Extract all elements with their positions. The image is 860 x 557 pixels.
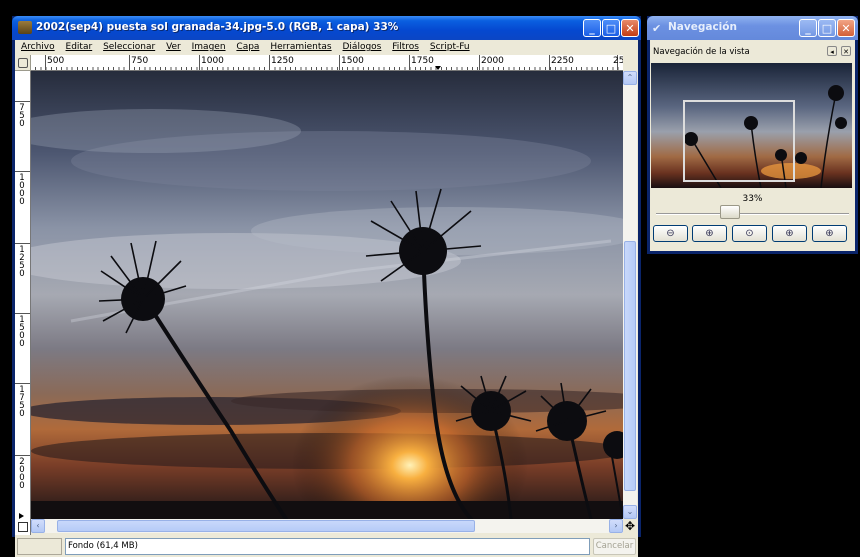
minimize-button[interactable]: _ — [799, 19, 817, 37]
vruler-label: 1000 — [17, 173, 27, 207]
pointer-marker — [435, 66, 441, 70]
scroll-up-arrow-icon[interactable]: ⌃ — [623, 71, 637, 85]
hruler-label: 750 — [131, 56, 149, 66]
vruler-text: 1250 — [17, 245, 27, 277]
checkmark-icon: ✔ — [652, 22, 662, 35]
menu-capa[interactable]: Capa — [236, 40, 259, 55]
hruler-label: 2000 — [481, 56, 504, 66]
zoom-fit-icon: ⊕ — [785, 228, 794, 239]
navigation-titlebar[interactable]: ✔ Navegación _ □ ✕ — [647, 16, 858, 40]
zoom-out-button[interactable]: ⊖ — [653, 225, 688, 242]
cancel-button[interactable]: Cancelar — [593, 538, 636, 555]
scroll-down-arrow-icon[interactable]: ⌄ — [623, 505, 637, 519]
vruler-label: 1500 — [17, 315, 27, 349]
hruler-label: 1500 — [341, 56, 364, 66]
zoom-in-button[interactable]: ⊕ — [692, 225, 727, 242]
panel-menu-icon[interactable]: ◂ — [827, 46, 837, 56]
vruler-text: 750 — [17, 103, 27, 127]
shrink-icon: ⊕ — [825, 228, 834, 239]
scroll-right-arrow-icon[interactable]: › — [609, 519, 623, 533]
hruler-label: 2250 — [551, 56, 574, 66]
vruler-label: 2000 — [17, 457, 27, 491]
vruler-label: 750 — [17, 103, 27, 129]
vruler-text: 1000 — [17, 173, 27, 205]
status-message: Fondo (61,4 MB) — [65, 538, 590, 555]
window-title: 2002(sep4) puesta sol granada-34.jpg-5.0… — [36, 21, 399, 33]
zoom-in-icon: ⊕ — [705, 228, 714, 239]
horizontal-scroll-thumb[interactable] — [57, 520, 475, 532]
zoom-out-icon: ⊖ — [666, 228, 675, 239]
panel-controls: ◂ ✕ — [823, 46, 851, 57]
navigation-preview[interactable] — [651, 63, 852, 188]
menu-archivo[interactable]: Archivo — [21, 40, 55, 55]
menu-script-fu[interactable]: Script-Fu — [430, 40, 470, 55]
hruler-label: 500 — [47, 56, 65, 66]
vertical-ruler[interactable]: 750 1000 1250 1500 1750 2000 — [15, 71, 31, 535]
zoom-percentage: 33% — [742, 194, 763, 204]
vertical-scrollbar[interactable]: ⌃ ⌄ — [623, 71, 637, 519]
canvas-area: 500 750 1000 1250 1500 1750 2000 2250 25… — [15, 55, 638, 557]
zoom-1-1-button[interactable]: ⊙ — [732, 225, 767, 242]
hruler-label: 1000 — [201, 56, 224, 66]
zoom-fit-icon: ⊙ — [745, 228, 754, 239]
maximize-button[interactable]: □ — [602, 19, 620, 37]
vruler-text: 1750 — [17, 385, 27, 417]
navigation-title: Navegación — [668, 21, 737, 33]
menu-ver[interactable]: Ver — [166, 40, 181, 55]
horizontal-ruler[interactable]: 500 750 1000 1250 1500 1750 2000 2250 25 — [31, 55, 623, 71]
gimp-icon — [18, 21, 32, 34]
vertical-scroll-thumb[interactable] — [624, 241, 636, 491]
navigation-panel: Navegación de la vista ◂ ✕ 33% ⊖ ⊕ ⊙ ⊕ ⊕ — [650, 40, 855, 251]
navigation-subtitle: Navegación de la vista — [653, 47, 750, 57]
horizontal-scrollbar[interactable]: ‹ › — [31, 519, 623, 533]
zoom-slider-track[interactable] — [656, 213, 849, 215]
close-button[interactable]: ✕ — [837, 19, 855, 37]
hruler-label: 1750 — [411, 56, 434, 66]
menu-imagen[interactable]: Imagen — [192, 40, 226, 55]
status-bar: Fondo (61,4 MB) Cancelar — [15, 535, 638, 557]
hruler-label: 1250 — [271, 56, 294, 66]
image-window: 2002(sep4) puesta sol granada-34.jpg-5.0… — [12, 16, 641, 557]
viewport-rectangle[interactable] — [683, 100, 795, 182]
maximize-button[interactable]: □ — [818, 19, 836, 37]
panel-close-icon[interactable]: ✕ — [841, 46, 851, 56]
move-icon[interactable]: ✥ — [623, 519, 637, 533]
minimize-button[interactable]: _ — [583, 19, 601, 37]
menu-filtros[interactable]: Filtros — [392, 40, 419, 55]
zoom-buttons: ⊖ ⊕ ⊙ ⊕ ⊕ — [653, 225, 852, 243]
vruler-text: 1500 — [17, 315, 27, 347]
menu-herramientas[interactable]: Herramientas — [270, 40, 331, 55]
quick-mask-toggle[interactable] — [15, 55, 31, 71]
zoom-fit-button[interactable]: ⊕ — [772, 225, 807, 242]
image-window-titlebar[interactable]: 2002(sep4) puesta sol granada-34.jpg-5.0… — [12, 16, 641, 40]
hruler-label: 25 — [613, 56, 623, 66]
vruler-text: 2000 — [17, 457, 27, 489]
shrink-wrap-button[interactable]: ⊕ — [812, 225, 847, 242]
unit-selector[interactable] — [17, 538, 62, 555]
scroll-left-arrow-icon[interactable]: ‹ — [31, 519, 45, 533]
vruler-label: 1250 — [17, 245, 27, 279]
close-button[interactable]: ✕ — [621, 19, 639, 37]
menu-dialogos[interactable]: Diálogos — [343, 40, 382, 55]
image-canvas[interactable] — [31, 71, 623, 519]
sunset-photo — [31, 71, 623, 519]
menu-seleccionar[interactable]: Seleccionar — [103, 40, 155, 55]
vruler-label: 1750 — [17, 385, 27, 419]
menubar: Archivo Editar Seleccionar Ver Imagen Ca… — [15, 40, 638, 55]
zoom-slider-knob[interactable] — [720, 205, 740, 219]
navigation-window: ✔ Navegación _ □ ✕ Navegación de la vist… — [647, 16, 858, 254]
zoom-fit-toggle[interactable] — [15, 519, 31, 535]
menu-editar[interactable]: Editar — [66, 40, 93, 55]
